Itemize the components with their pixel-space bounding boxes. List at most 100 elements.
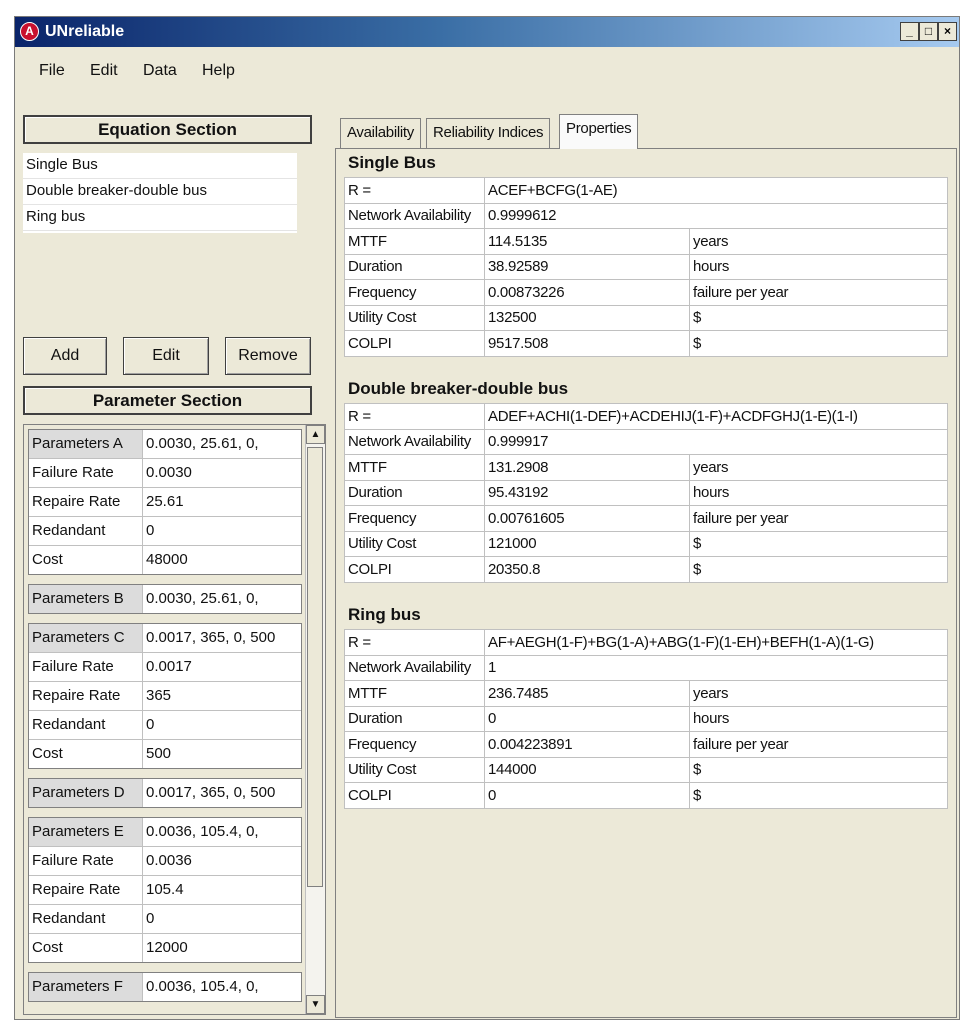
- property-unit: hours: [689, 253, 948, 280]
- property-unit: $: [689, 756, 948, 783]
- property-value[interactable]: 114.5135: [484, 228, 690, 255]
- parameter-name: Failure Rate: [29, 653, 143, 681]
- parameter-value-field[interactable]: 0.0036: [143, 847, 301, 875]
- parameter-group-header[interactable]: Parameters E 0.0036, 105.4, 0,: [29, 818, 301, 847]
- parameter-group-summary[interactable]: 0.0030, 25.61, 0,: [143, 585, 301, 613]
- tab-properties[interactable]: Properties: [559, 114, 639, 149]
- parameter-name: Cost: [29, 740, 143, 768]
- property-label: Utility Cost: [344, 530, 485, 557]
- property-value[interactable]: 0.9999612: [484, 202, 948, 229]
- property-value[interactable]: 20350.8: [484, 556, 690, 583]
- parameter-group-header[interactable]: Parameters A 0.0030, 25.61, 0,: [29, 430, 301, 459]
- menu-file[interactable]: File: [39, 62, 65, 80]
- properties-panel: Single Bus R = ACEF+BCFG(1-AE) Network Avai…: [335, 148, 957, 1018]
- tab-availability[interactable]: Availability: [340, 118, 421, 148]
- menu-data[interactable]: Data: [143, 62, 177, 80]
- parameter-group-header[interactable]: Parameters B 0.0030, 25.61, 0,: [29, 585, 301, 613]
- close-button[interactable]: ×: [938, 22, 957, 41]
- parameter-row: Failure Rate 0.0036: [29, 847, 301, 876]
- parameter-row: Repaire Rate 25.61: [29, 488, 301, 517]
- property-value[interactable]: 144000: [484, 756, 690, 783]
- property-value[interactable]: 132500: [484, 304, 690, 331]
- parameter-group-summary[interactable]: 0.0017, 365, 0, 500: [143, 779, 301, 807]
- parameter-value-field[interactable]: 0: [143, 711, 301, 739]
- property-unit: $: [689, 530, 948, 557]
- parameter-group: Parameters C 0.0017, 365, 0, 500 Failure R…: [28, 623, 302, 769]
- parameter-value-field[interactable]: 48000: [143, 546, 301, 574]
- parameter-value-field[interactable]: 365: [143, 682, 301, 710]
- property-label: R =: [344, 177, 485, 204]
- property-value[interactable]: 9517.508: [484, 330, 690, 357]
- menu-help[interactable]: Help: [202, 62, 235, 80]
- remove-button[interactable]: Remove: [225, 337, 311, 375]
- property-label: Utility Cost: [344, 756, 485, 783]
- equation-item-single-bus[interactable]: Single Bus: [23, 153, 297, 179]
- property-value[interactable]: 0.004223891: [484, 731, 690, 758]
- property-value[interactable]: 0.00873226: [484, 279, 690, 306]
- title-bar[interactable]: A UNreliable _ □ ×: [15, 17, 959, 47]
- scroll-up-icon[interactable]: ▲: [306, 425, 325, 444]
- property-label: R =: [344, 403, 485, 430]
- minimize-button[interactable]: _: [900, 22, 919, 41]
- maximize-button[interactable]: □: [919, 22, 938, 41]
- property-value[interactable]: 0.00761605: [484, 505, 690, 532]
- scroll-down-icon[interactable]: ▼: [306, 995, 325, 1014]
- parameter-value-field[interactable]: 105.4: [143, 876, 301, 904]
- property-value[interactable]: 95.43192: [484, 479, 690, 506]
- property-value[interactable]: AF+AEGH(1-F)+BG(1-A)+ABG(1-F)(1-EH)+BEFH…: [484, 629, 948, 656]
- parameter-groups: Parameters A 0.0030, 25.61, 0, Failure Rat…: [24, 429, 325, 1002]
- parameter-group-header[interactable]: Parameters D 0.0017, 365, 0, 500: [29, 779, 301, 807]
- parameter-group-summary[interactable]: 0.0036, 105.4, 0,: [143, 973, 301, 1001]
- app-logo-icon: A: [20, 22, 39, 41]
- property-value[interactable]: 0: [484, 705, 690, 732]
- parameter-value-field[interactable]: 25.61: [143, 488, 301, 516]
- equation-item-ring-bus[interactable]: Ring bus: [23, 205, 297, 231]
- tab-reliability-indices[interactable]: Reliability Indices: [426, 118, 551, 148]
- property-value[interactable]: 0.999917: [484, 428, 948, 455]
- property-table: R = ACEF+BCFG(1-AE) Network Availability 0.…: [344, 177, 948, 357]
- parameter-group-summary[interactable]: 0.0017, 365, 0, 500: [143, 624, 301, 652]
- property-value[interactable]: 38.92589: [484, 253, 690, 280]
- parameter-grid[interactable]: Parameters A 0.0030, 25.61, 0, Failure Rat…: [23, 424, 326, 1015]
- parameter-value-field[interactable]: 0.0017: [143, 653, 301, 681]
- parameter-scrollbar[interactable]: ▲ ▼: [305, 425, 325, 1014]
- parameter-name: Failure Rate: [29, 459, 143, 487]
- property-value[interactable]: 131.2908: [484, 454, 690, 481]
- parameter-group: Parameters A 0.0030, 25.61, 0, Failure Rat…: [28, 429, 302, 575]
- property-label: COLPI: [344, 782, 485, 809]
- menu-edit[interactable]: Edit: [90, 62, 118, 80]
- equation-list[interactable]: Single Bus Double breaker-double bus Rin…: [23, 153, 297, 233]
- parameter-name: Redandant: [29, 517, 143, 545]
- property-label: Frequency: [344, 731, 485, 758]
- property-unit: failure per year: [689, 279, 948, 306]
- parameter-value-field[interactable]: 0: [143, 517, 301, 545]
- parameter-value-field[interactable]: 12000: [143, 934, 301, 962]
- property-value[interactable]: ADEF+ACHI(1-DEF)+ACDEHIJ(1-F)+ACDFGHJ(1-…: [484, 403, 948, 430]
- parameter-group-summary[interactable]: 0.0036, 105.4, 0,: [143, 818, 301, 846]
- parameter-value-field[interactable]: 0: [143, 905, 301, 933]
- property-value[interactable]: ACEF+BCFG(1-AE): [484, 177, 948, 204]
- parameter-group-header[interactable]: Parameters C 0.0017, 365, 0, 500: [29, 624, 301, 653]
- property-unit: $: [689, 330, 948, 357]
- parameter-group-header[interactable]: Parameters F 0.0036, 105.4, 0,: [29, 973, 301, 1001]
- parameter-value-field[interactable]: 0.0030: [143, 459, 301, 487]
- equation-item-double-breaker[interactable]: Double breaker-double bus: [23, 179, 297, 205]
- property-block-title: Double breaker-double bus: [348, 379, 569, 398]
- edit-button[interactable]: Edit: [123, 337, 209, 375]
- property-unit: hours: [689, 479, 948, 506]
- parameter-row: Cost 500: [29, 740, 301, 768]
- property-value[interactable]: 236.7485: [484, 680, 690, 707]
- parameter-group-summary[interactable]: 0.0030, 25.61, 0,: [143, 430, 301, 458]
- add-button[interactable]: Add: [23, 337, 107, 375]
- property-value[interactable]: 0: [484, 782, 690, 809]
- property-row: MTTF 114.5135 years: [344, 228, 948, 255]
- parameter-row: Cost 48000: [29, 546, 301, 574]
- parameter-value-field[interactable]: 500: [143, 740, 301, 768]
- parameter-name: Repaire Rate: [29, 682, 143, 710]
- property-row: Utility Cost 144000 $: [344, 756, 948, 783]
- property-row: Duration 38.92589 hours: [344, 253, 948, 280]
- property-value[interactable]: 1: [484, 654, 948, 681]
- property-value[interactable]: 121000: [484, 530, 690, 557]
- scroll-thumb[interactable]: [307, 447, 323, 887]
- parameter-group-name: Parameters D: [29, 779, 143, 807]
